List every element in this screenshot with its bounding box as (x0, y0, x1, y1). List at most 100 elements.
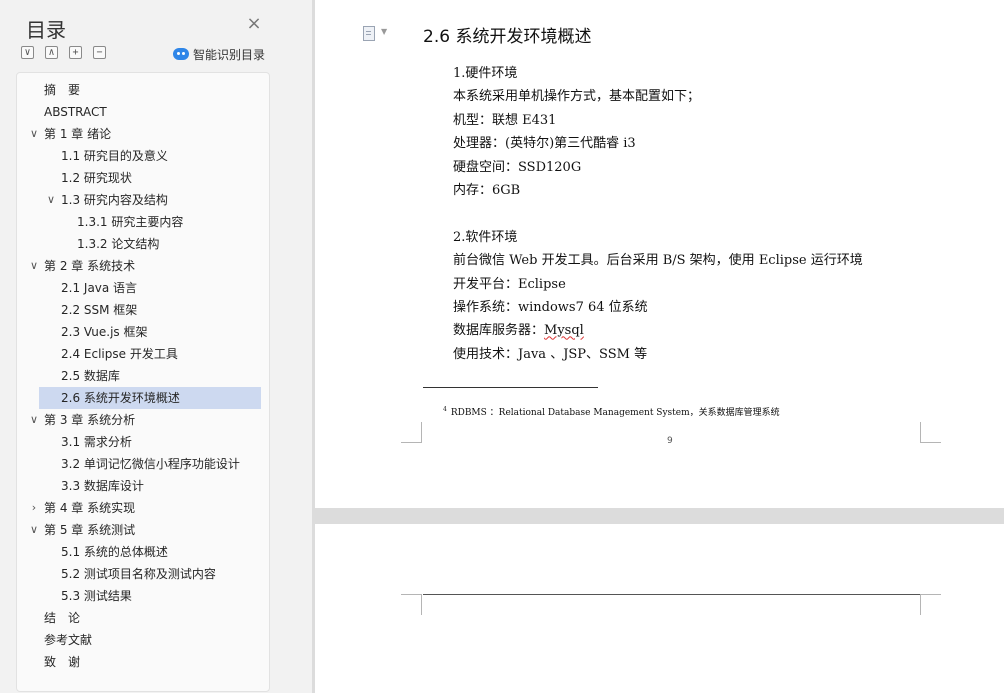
toc-item[interactable]: 3.2 单词记忆微信小程序功能设计 (17, 453, 269, 475)
toc-item[interactable]: 1.1 研究目的及意义 (17, 145, 269, 167)
toc-item[interactable]: ∨ 第 3 章 系统分析 (17, 409, 269, 431)
toc-item-label: 2.3 Vue.js 框架 (61, 325, 148, 339)
toc-item[interactable]: 3.1 需求分析 (17, 431, 269, 453)
footnote-mark: 4 (443, 406, 447, 413)
footnote-separator (423, 387, 598, 388)
toc-item-label: 5.3 测试结果 (61, 589, 132, 603)
toc-item-label: 2.4 Eclipse 开发工具 (61, 347, 178, 361)
chevron-down-icon[interactable]: ∨ (28, 255, 40, 277)
toc-item-label: 结 论 (44, 611, 81, 625)
body-text: 1.硬件环境 本系统采用单机操作方式，基本配置如下； 机型：联想 E431 处理器：(… (453, 62, 863, 366)
chevron-down-icon[interactable]: ∨ (45, 189, 57, 211)
toc-item[interactable]: 摘 要 (17, 79, 269, 101)
add-heading-button[interactable]: + (69, 46, 82, 59)
toc-item[interactable]: 5.2 测试项目名称及测试内容 (17, 563, 269, 585)
toc-item-label: 第 3 章 系统分析 (44, 413, 136, 427)
toc-item[interactable]: ABSTRACT (17, 101, 269, 123)
body-line: 1.硬件环境 (453, 66, 518, 81)
page-corner-mark (920, 422, 941, 443)
toc-item[interactable]: 致 谢 (17, 651, 269, 673)
smart-toc-button[interactable]: 智能识别目录 (173, 45, 265, 63)
smart-toc-label: 智能识别目录 (193, 47, 266, 62)
page: ▼ 2.6 系统开发环境概述 1.硬件环境本系统采用单机操作方式，基本配置如下；… (315, 0, 1004, 508)
toc-item-label: 3.2 单词记忆微信小程序功能设计 (61, 457, 240, 471)
body-line: 本系统采用单机操作方式，基本配置如下； (453, 89, 701, 105)
chevron-down-icon[interactable]: ∨ (28, 123, 40, 145)
toc-item-label: 第 4 章 系统实现 (44, 501, 136, 515)
toc-item-label: 1.3 研究内容及结构 (61, 193, 168, 207)
toc-item-label: 1.1 研究目的及意义 (61, 149, 168, 163)
toc-item-label: 2.1 Java 语言 (61, 281, 138, 295)
toc-item[interactable]: 2.1 Java 语言 (17, 277, 269, 299)
body-line: 硬盘空间：SSD120G (453, 159, 582, 175)
body-line (453, 202, 863, 225)
toc-item-label: 1.3.2 论文结构 (77, 237, 160, 251)
toc-item[interactable]: 5.3 测试结果 (17, 585, 269, 607)
document-area[interactable]: ▼ 2.6 系统开发环境概述 1.硬件环境本系统采用单机操作方式，基本配置如下；… (312, 0, 1004, 693)
toc-item[interactable]: 1.3.1 研究主要内容 (17, 211, 269, 233)
page-outline-icon[interactable] (363, 26, 375, 41)
toc-item-label: 参考文献 (44, 633, 93, 647)
toc-item[interactable]: 1.2 研究现状 (17, 167, 269, 189)
toc-item-label: 1.2 研究现状 (61, 171, 132, 185)
body-line: 内存：6GB (453, 182, 521, 198)
toc-item[interactable]: 2.4 Eclipse 开发工具 (17, 343, 269, 365)
header-rule (423, 594, 920, 595)
toc-item-label: 致 谢 (44, 655, 81, 669)
page-corner-mark (401, 422, 422, 443)
toc-item-label: 第 1 章 绪论 (44, 127, 112, 141)
toc-item-label: 摘 要 (44, 83, 81, 97)
toc-item-label: 第 2 章 系统技术 (44, 259, 136, 273)
toc-item[interactable]: 结 论 (17, 607, 269, 629)
smart-robot-icon (173, 48, 189, 60)
toc-sidebar: 目录 × ∨ ∧ + − 智能识别目录 摘 要 ABSTRACT ∨ 第 1 章 绪论… (0, 0, 312, 693)
body-line: 处理器：(英特尔)第三代酷睿 i3 (453, 136, 636, 152)
toc-item-label: ABSTRACT (44, 105, 107, 119)
toc-item-label: 1.3.1 研究主要内容 (77, 215, 184, 229)
footnote-text: RDBMS ：Relational Database Management Sy… (450, 408, 780, 418)
close-icon[interactable]: × (245, 15, 263, 33)
page-corner-mark (401, 594, 422, 615)
toc-item[interactable]: ∨ 第 2 章 系统技术 (17, 255, 269, 277)
body-line: 操作系统：windows7 64 位系统 (453, 299, 648, 315)
toc-item[interactable]: 5.1 系统的总体概述 (17, 541, 269, 563)
toc-item[interactable]: ∨ 第 1 章 绪论 (17, 123, 269, 145)
toc-item-label: 5.2 测试项目名称及测试内容 (61, 567, 216, 581)
remove-heading-button[interactable]: − (93, 46, 106, 59)
toc-item[interactable]: 2.2 SSM 框架 (17, 299, 269, 321)
toc-item[interactable]: ∨ 1.3 研究内容及结构 (17, 189, 269, 211)
toc-item[interactable]: 参考文献 (17, 629, 269, 651)
toc-list: 摘 要 ABSTRACT ∨ 第 1 章 绪论 1.1 研究目的及意义 1.2 研究现状 ∨… (17, 79, 269, 673)
body-line: 2.软件环境 (453, 229, 518, 245)
body-line: 开发平台：Eclipse (453, 276, 566, 292)
toc-item[interactable]: 2.5 数据库 (17, 365, 269, 387)
body-line: 前台微信 Web 开发工具。后台采用 B/S 架构，使用 Eclipse 运行环… (453, 253, 863, 269)
spellcheck-underline: Mysql (544, 323, 584, 339)
footnote: 4 RDBMS ：Relational Database Management S… (443, 405, 780, 418)
dropdown-arrow-icon[interactable]: ▼ (381, 27, 387, 36)
toc-item[interactable]: 2.6 系统开发环境概述 (17, 387, 269, 409)
toc-item[interactable]: ∨ 第 5 章 系统测试 (17, 519, 269, 541)
toc-item-label: 5.1 系统的总体概述 (61, 545, 168, 559)
toc-item-label: 2.2 SSM 框架 (61, 303, 138, 317)
expand-up-button[interactable]: ∧ (45, 46, 58, 59)
toc-title: 目录 (26, 18, 66, 42)
section-heading: 2.6 系统开发环境概述 (423, 27, 592, 47)
toc-panel: 摘 要 ABSTRACT ∨ 第 1 章 绪论 1.1 研究目的及意义 1.2 研究现状 ∨… (16, 72, 270, 692)
chevron-right-icon[interactable]: › (28, 497, 40, 519)
toc-item-label: 第 5 章 系统测试 (44, 523, 136, 537)
next-page (315, 524, 1004, 693)
toc-item[interactable]: 3.3 数据库设计 (17, 475, 269, 497)
page-corner-mark (920, 594, 941, 615)
chevron-down-icon[interactable]: ∨ (28, 519, 40, 541)
body-line: 数据库服务器：Mysql (453, 323, 584, 339)
collapse-all-button[interactable]: ∨ (21, 46, 34, 59)
toc-item-label: 3.3 数据库设计 (61, 479, 144, 493)
toc-item[interactable]: 2.3 Vue.js 框架 (17, 321, 269, 343)
body-line: 使用技术：Java 、JSP、SSM 等 (453, 346, 648, 362)
toc-item[interactable]: 1.3.2 论文结构 (17, 233, 269, 255)
toc-item-label: 3.1 需求分析 (61, 435, 132, 449)
chevron-down-icon[interactable]: ∨ (28, 409, 40, 431)
toc-item[interactable]: › 第 4 章 系统实现 (17, 497, 269, 519)
toc-item-label: 2.5 数据库 (61, 369, 120, 383)
